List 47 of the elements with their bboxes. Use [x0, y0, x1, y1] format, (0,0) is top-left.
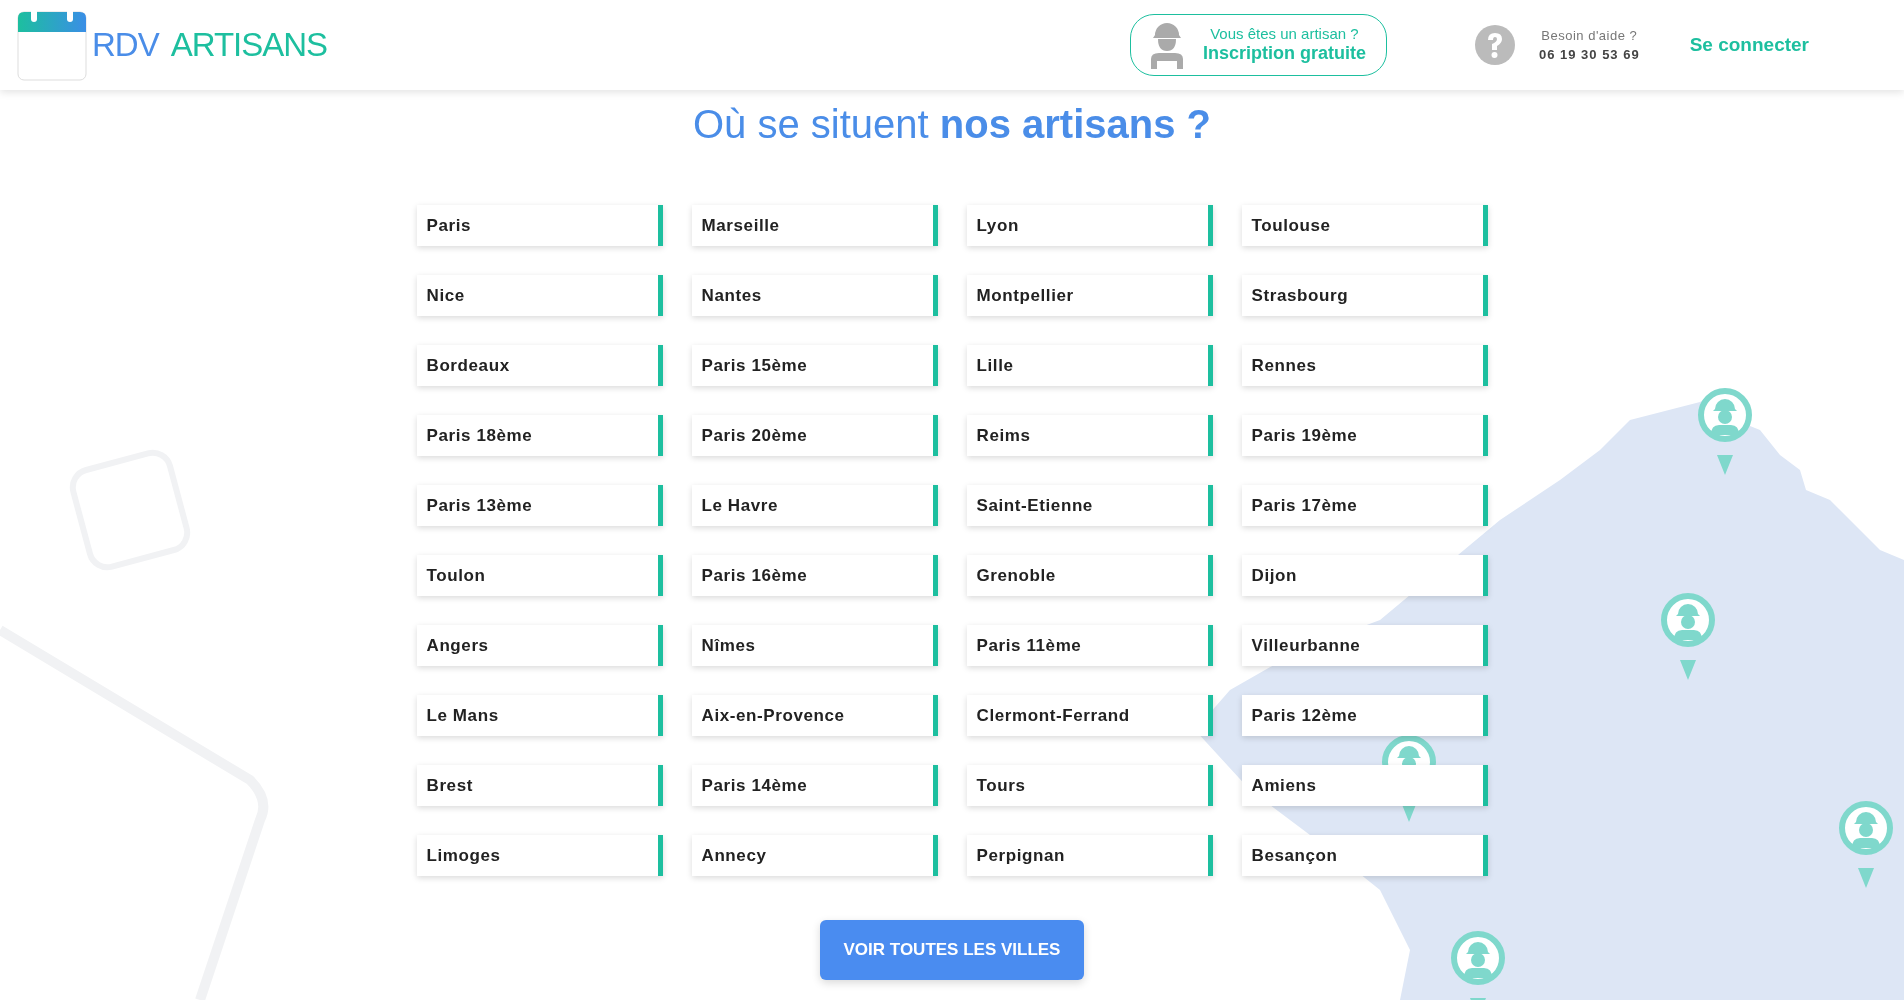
city-link[interactable]: Paris — [416, 205, 663, 246]
city-link[interactable]: Paris 20ème — [691, 415, 938, 456]
calendar-icon — [16, 8, 88, 82]
city-link[interactable]: Paris 16ème — [691, 555, 938, 596]
city-link[interactable]: Lille — [966, 345, 1213, 386]
help-icon — [1474, 25, 1515, 65]
city-link[interactable]: Reims — [966, 415, 1213, 456]
city-link[interactable]: Toulouse — [1241, 205, 1488, 246]
logo-text: RDV — [92, 25, 159, 66]
city-link[interactable]: Villeurbanne — [1241, 625, 1488, 666]
city-link[interactable]: Paris 11ème — [966, 625, 1213, 666]
city-link[interactable]: Amiens — [1241, 765, 1488, 806]
city-link[interactable]: Le Mans — [416, 695, 663, 736]
city-link[interactable]: Aix-en-Provence — [691, 695, 938, 736]
city-link[interactable]: Clermont-Ferrand — [966, 695, 1213, 736]
city-link[interactable]: Brest — [416, 765, 663, 806]
section-title: Où se situent nos artisans ? — [693, 101, 1211, 148]
city-link[interactable]: Angers — [416, 625, 663, 666]
city-link[interactable]: Dijon — [1241, 555, 1488, 596]
city-link[interactable]: Montpellier — [966, 275, 1213, 316]
city-link[interactable]: Nantes — [691, 275, 938, 316]
help-label: Besoin d'aide ? — [1541, 26, 1638, 45]
phone-number: 06 19 30 53 69 — [1538, 46, 1640, 64]
city-link[interactable]: Limoges — [416, 835, 663, 876]
city-link[interactable]: Toulon — [416, 555, 663, 596]
city-link[interactable]: Marseille — [691, 205, 938, 246]
city-link[interactable]: Grenoble — [966, 555, 1213, 596]
city-link[interactable]: Paris 18ème — [416, 415, 663, 456]
city-link[interactable]: Nîmes — [691, 625, 938, 666]
city-link[interactable]: Tours — [966, 765, 1213, 806]
city-link[interactable]: Le Havre — [691, 485, 938, 526]
city-link[interactable]: Nice — [416, 275, 663, 316]
city-link[interactable]: Annecy — [691, 835, 938, 876]
city-link[interactable]: Paris 12ème — [1241, 695, 1488, 736]
city-link[interactable]: Perpignan — [966, 835, 1213, 876]
logo-text: ARTISANS — [170, 25, 328, 66]
city-link[interactable]: Bordeaux — [416, 345, 663, 386]
city-link[interactable]: Paris 13ème — [416, 485, 663, 526]
city-link[interactable]: Paris 19ème — [1241, 415, 1488, 456]
city-link[interactable]: Paris 17ème — [1241, 485, 1488, 526]
city-link[interactable]: Paris 14ème — [691, 765, 938, 806]
city-link[interactable]: Saint-Etienne — [966, 485, 1213, 526]
city-link[interactable]: Strasbourg — [1241, 275, 1488, 316]
city-link[interactable]: Paris 15ème — [691, 345, 938, 386]
city-link[interactable]: Rennes — [1241, 345, 1488, 386]
city-link[interactable]: Besançon — [1241, 835, 1488, 876]
city-link[interactable]: Lyon — [966, 205, 1213, 246]
